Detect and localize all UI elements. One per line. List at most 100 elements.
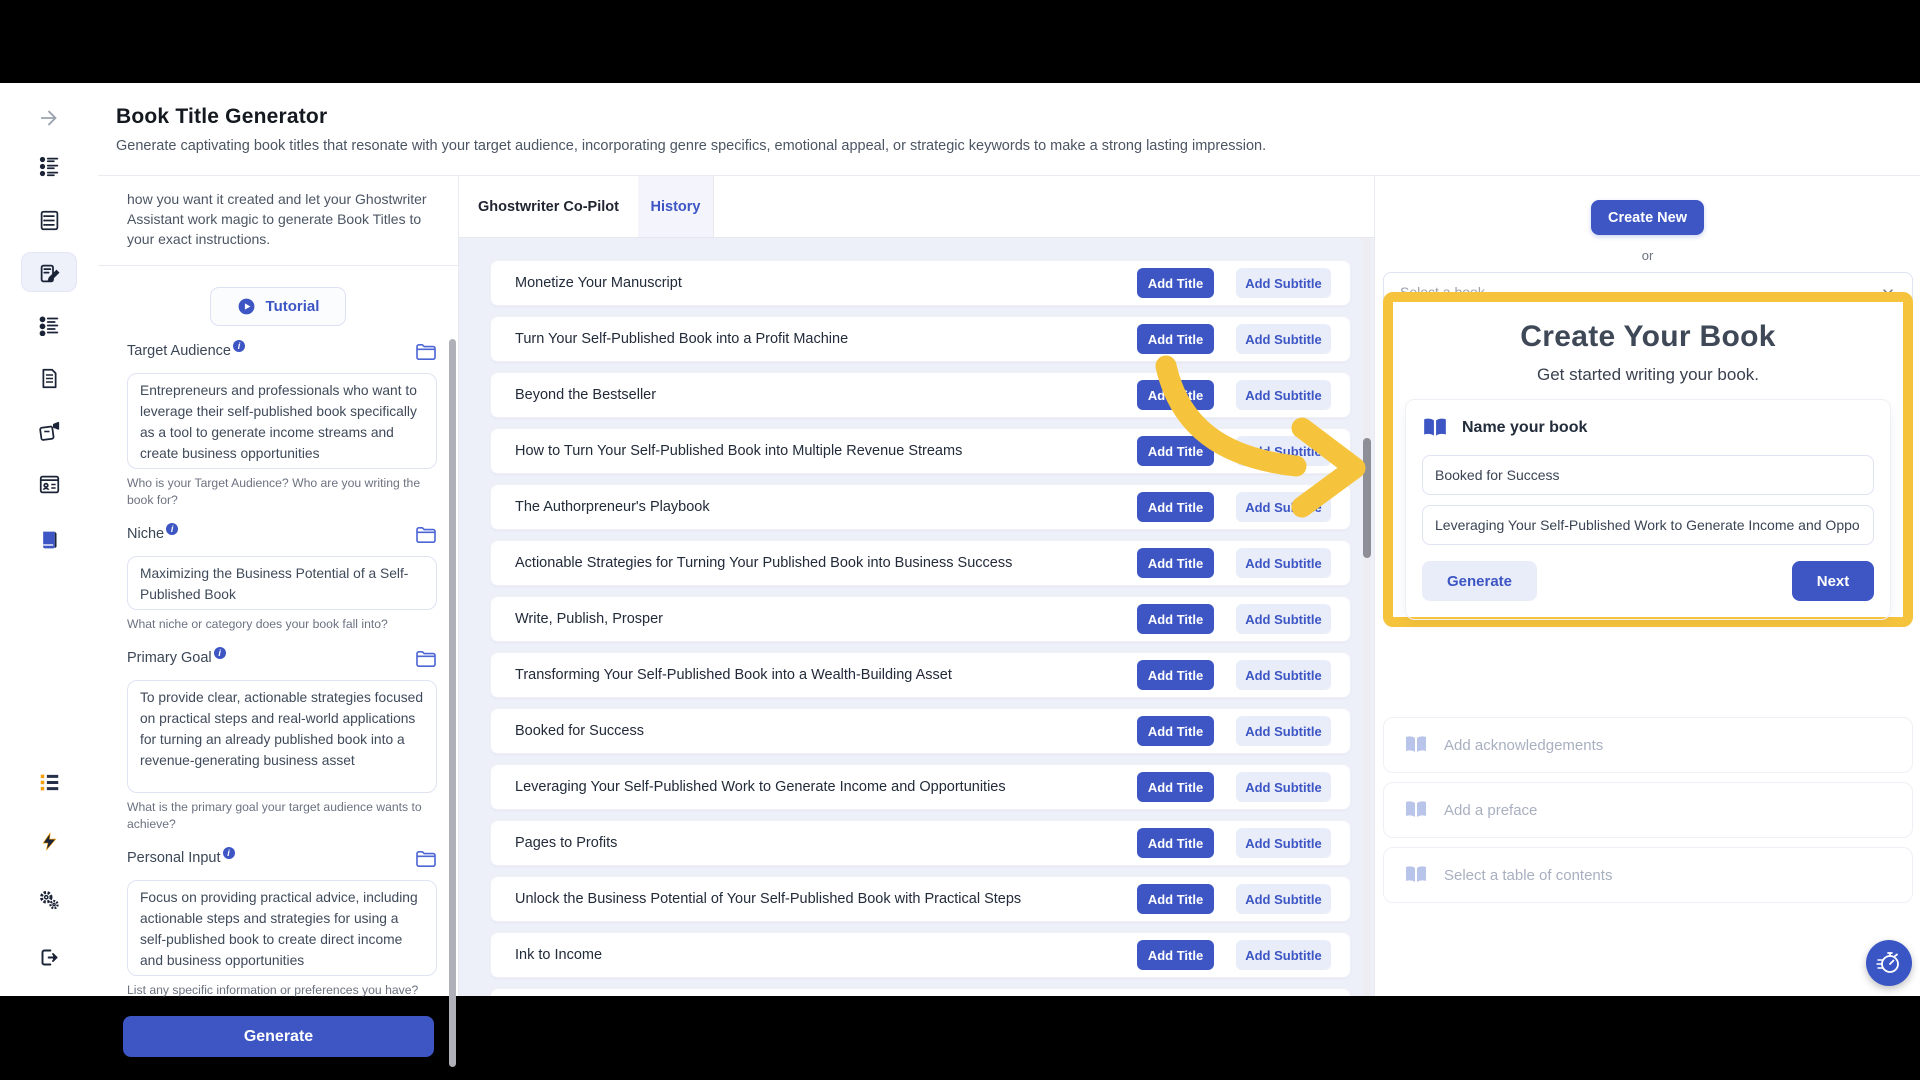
add-subtitle-button[interactable]: Add Subtitle xyxy=(1236,436,1331,466)
book-subtitle-input[interactable]: Leveraging Your Self-Published Work to G… xyxy=(1422,505,1874,545)
select-toc-item[interactable]: Select a table of contents xyxy=(1383,847,1913,903)
book-title-input[interactable]: Booked for Success xyxy=(1422,455,1874,495)
tutorial-button[interactable]: Tutorial xyxy=(209,287,347,326)
next-button[interactable]: Next xyxy=(1792,561,1874,601)
add-title-button[interactable]: Add Title xyxy=(1137,772,1214,802)
add-title-button[interactable]: Add Title xyxy=(1137,548,1214,578)
info-icon[interactable]: i xyxy=(233,340,245,352)
generate-book-name-button[interactable]: Generate xyxy=(1422,561,1537,601)
page-header: Book Title Generator Generate captivatin… xyxy=(98,83,1920,176)
add-subtitle-button[interactable]: Add Subtitle xyxy=(1236,884,1331,914)
bolt-icon[interactable] xyxy=(37,829,61,853)
list-icon[interactable] xyxy=(37,770,61,794)
add-subtitle-button[interactable]: Add Subtitle xyxy=(1236,660,1331,690)
title-generator-icon[interactable] xyxy=(37,261,61,285)
add-title-button[interactable]: Add Title xyxy=(1137,660,1214,690)
add-title-button[interactable]: Add Title xyxy=(1137,324,1214,354)
author-page-icon[interactable] xyxy=(37,472,61,496)
add-subtitle-button[interactable]: Add Subtitle xyxy=(1236,548,1331,578)
create-book-subtitle: Get started writing your book. xyxy=(1536,365,1760,384)
add-subtitle-button[interactable]: Add Subtitle xyxy=(1236,772,1331,802)
folder-icon[interactable] xyxy=(415,650,437,673)
title-row: Monetize Your Manuscript Add Title Add Sub… xyxy=(490,260,1351,306)
field-label: Target Audience xyxy=(127,343,231,359)
primary-goal-input[interactable]: To provide clear, actionable strategies … xyxy=(127,680,437,793)
collapse-arrow-icon[interactable] xyxy=(37,106,61,130)
target-audience-input[interactable]: Entrepreneurs and professionals who want… xyxy=(127,373,437,469)
title-text: Ink to Income xyxy=(515,947,603,963)
title-text: Pages to Profits xyxy=(515,835,618,851)
title-row: Booked for Success Add Title Add Subtitle xyxy=(490,708,1351,754)
open-book-icon xyxy=(1424,418,1446,436)
add-subtitle-button[interactable]: Add Subtitle xyxy=(1236,604,1331,634)
generate-button[interactable]: Generate xyxy=(123,1016,434,1057)
add-title-button[interactable]: Add Title xyxy=(1137,380,1214,410)
niche-input[interactable]: Maximizing the Business Potential of a S… xyxy=(127,556,437,610)
create-book-title: Create Your Book xyxy=(1520,320,1776,353)
add-subtitle-button[interactable]: Add Subtitle xyxy=(1236,716,1331,746)
info-icon[interactable]: i xyxy=(166,523,179,535)
add-subtitle-button[interactable]: Add Subtitle xyxy=(1236,492,1331,522)
title-results-list: Monetize Your Manuscript Add Title Add Sub… xyxy=(459,238,1374,996)
title-row: The Authorpreneur's Playbook Add Title Add… xyxy=(490,484,1351,530)
characters-list-icon[interactable] xyxy=(37,154,61,178)
page-subtitle: Generate captivating book titles that re… xyxy=(116,138,1267,154)
folder-icon[interactable] xyxy=(415,343,437,366)
book-marketing-icon[interactable] xyxy=(37,419,61,443)
info-icon[interactable]: i xyxy=(222,847,235,859)
title-text: The Authorpreneur's Playbook xyxy=(515,499,710,515)
add-title-button[interactable]: Add Title xyxy=(1137,940,1214,970)
add-subtitle-button[interactable]: Add Subtitle xyxy=(1236,324,1331,354)
title-text: Monetize Your Manuscript xyxy=(515,275,682,291)
add-subtitle-button[interactable]: Add Subtitle xyxy=(1236,268,1331,298)
tab-bar: Ghostwriter Co-Pilot History xyxy=(459,176,1374,238)
title-row-partial xyxy=(490,988,1351,996)
add-title-button[interactable]: Add Title xyxy=(1137,716,1214,746)
title-text: Unlock the Business Potential of Your Se… xyxy=(515,891,1022,907)
settings-gears-icon[interactable] xyxy=(37,888,61,912)
personal-input-field[interactable]: Focus on providing practical advice, inc… xyxy=(127,880,437,976)
add-title-button[interactable]: Add Title xyxy=(1137,604,1214,634)
add-title-button[interactable]: Add Title xyxy=(1137,436,1214,466)
add-preface-item[interactable]: Add a preface xyxy=(1383,782,1913,838)
field-label: Primary Goal xyxy=(127,650,212,666)
title-row: Unlock the Business Potential of Your Se… xyxy=(490,876,1351,922)
logout-icon[interactable] xyxy=(37,945,61,969)
intro-text: how you want it created and let your Gho… xyxy=(98,176,458,266)
tab-ghostwriter-copilot[interactable]: Ghostwriter Co-Pilot xyxy=(459,176,638,237)
add-subtitle-button[interactable]: Add Subtitle xyxy=(1236,828,1331,858)
add-subtitle-button[interactable]: Add Subtitle xyxy=(1236,380,1331,410)
book-icon[interactable] xyxy=(37,528,61,552)
add-title-button[interactable]: Add Title xyxy=(1137,828,1214,858)
book-builder-panel: Create New or Select a book Add acknowle… xyxy=(1375,176,1920,996)
folder-icon[interactable] xyxy=(415,850,437,873)
title-text: Booked for Success xyxy=(515,723,644,739)
copilot-scrollbar[interactable] xyxy=(1363,438,1371,558)
add-title-button[interactable]: Add Title xyxy=(1137,492,1214,522)
title-text: Beyond the Bestseller xyxy=(515,387,657,403)
title-row: Write, Publish, Prosper Add Title Add Subt… xyxy=(490,596,1351,642)
add-acknowledgements-item[interactable]: Add acknowledgements xyxy=(1383,717,1913,773)
title-text: How to Turn Your Self-Published Book int… xyxy=(515,443,963,459)
add-title-button[interactable]: Add Title xyxy=(1137,884,1214,914)
copilot-scrollbar-track xyxy=(1363,238,1371,996)
title-text: Leveraging Your Self-Published Work to G… xyxy=(515,779,1006,795)
create-book-highlight: Create Your Book Get started writing you… xyxy=(1383,292,1913,627)
book-details-icon[interactable] xyxy=(37,208,61,232)
create-new-button[interactable]: Create New xyxy=(1591,200,1704,235)
chapters-list-icon[interactable] xyxy=(37,313,61,337)
speed-assistant-button[interactable] xyxy=(1866,940,1912,986)
field-target-audience: Target Audience i Entrepreneurs and prof… xyxy=(98,340,458,509)
add-subtitle-button[interactable]: Add Subtitle xyxy=(1236,940,1331,970)
title-row: Actionable Strategies for Turning Your P… xyxy=(490,540,1351,586)
prompt-panel: how you want it created and let your Gho… xyxy=(98,176,458,1067)
or-separator: or xyxy=(1641,248,1654,263)
folder-icon[interactable] xyxy=(415,526,437,549)
add-title-button[interactable]: Add Title xyxy=(1137,268,1214,298)
page-title: Book Title Generator xyxy=(116,105,328,128)
left-panel-scrollbar[interactable] xyxy=(449,339,456,1067)
manuscript-icon[interactable] xyxy=(37,366,61,390)
title-text: Turn Your Self-Published Book into a Pro… xyxy=(515,331,849,347)
info-icon[interactable]: i xyxy=(213,647,226,659)
tab-history[interactable]: History xyxy=(638,176,714,237)
